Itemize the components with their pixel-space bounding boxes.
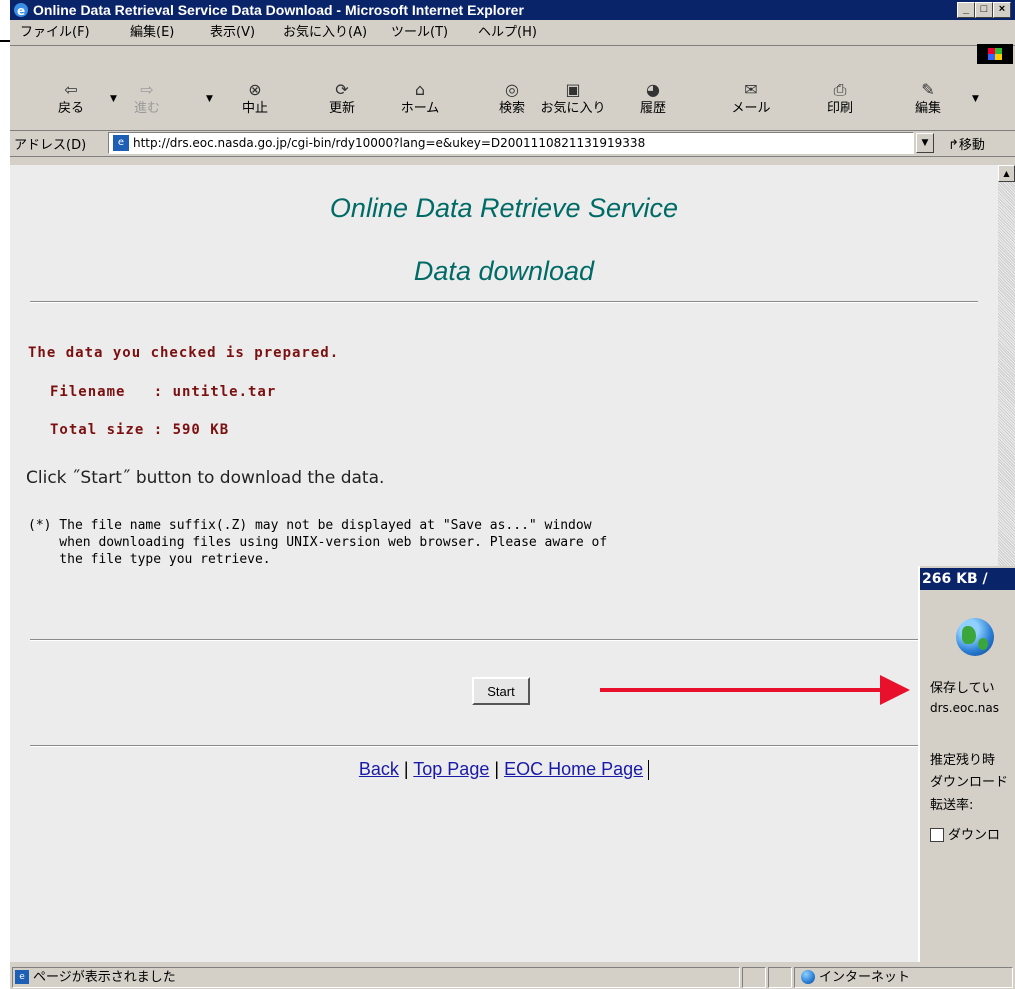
window-title: Online Data Retrieval Service Data Downl… xyxy=(33,2,524,18)
go-button[interactable]: ↱移動 xyxy=(948,134,985,153)
print-icon: ⎙ xyxy=(833,80,847,99)
page-edge-mark xyxy=(0,40,10,42)
top-page-link[interactable]: Top Page xyxy=(413,759,489,779)
back-link[interactable]: Back xyxy=(359,759,399,779)
minimize-button[interactable]: _ xyxy=(957,2,975,18)
stop-button[interactable]: ⊗ 中止 xyxy=(230,80,280,120)
page-loaded-icon: e xyxy=(15,970,29,984)
checkbox-label: ダウンロ xyxy=(948,828,1001,843)
divider-bottom xyxy=(30,745,978,747)
download-instruction: Click ˝Start˝ button to download the dat… xyxy=(26,468,385,488)
menu-file[interactable]: ファイル(F) xyxy=(20,21,90,45)
divider-middle xyxy=(30,639,978,641)
prepared-message: The data you checked is prepared. xyxy=(28,345,340,361)
status-message: ページが表示されました xyxy=(33,970,176,985)
zone-label: インターネット xyxy=(819,970,911,985)
internet-zone-icon xyxy=(801,970,815,984)
title-bar[interactable]: e Online Data Retrieval Service Data Dow… xyxy=(10,0,1015,20)
mail-button[interactable]: ✉ メール xyxy=(726,80,776,120)
close-on-complete-checkbox[interactable] xyxy=(930,828,944,842)
address-bar: アドレス(D) e http://drs.eoc.nasda.go.jp/cgi-… xyxy=(10,130,1015,157)
close-button[interactable]: × xyxy=(993,2,1011,18)
security-zone-pane: インターネット xyxy=(794,967,1013,988)
red-arrow-shaft xyxy=(600,688,882,692)
back-button[interactable]: ⇦ 戻る xyxy=(46,80,96,120)
edit-button[interactable]: ✎ 編集 xyxy=(903,80,953,120)
address-input[interactable]: e http://drs.eoc.nasda.go.jp/cgi-bin/rdy1… xyxy=(108,132,914,154)
eoc-home-link[interactable]: EOC Home Page xyxy=(504,759,643,779)
estimated-time-label: 推定残り時 xyxy=(930,753,996,768)
download-progress-dialog: 266 KB / 保存してい drs.eoc.nas 推定残り時 ダウンロード … xyxy=(918,566,1015,962)
home-icon: ⌂ xyxy=(414,80,426,99)
go-arrow-icon: ↱ xyxy=(948,138,959,153)
menu-tools[interactable]: ツール(T) xyxy=(391,21,448,45)
divider-top xyxy=(30,301,978,303)
status-message-pane: e ページが表示されました xyxy=(12,967,740,988)
forward-arrow-icon: ⇨ xyxy=(140,80,154,99)
page-icon: e xyxy=(113,135,129,151)
saving-label: 保存してい xyxy=(930,681,995,696)
history-button[interactable]: ◕ 履歴 xyxy=(628,80,678,120)
svg-text:e: e xyxy=(17,4,25,18)
address-dropdown-icon[interactable]: ▼ xyxy=(916,133,934,153)
text-cursor xyxy=(648,760,650,781)
page-content: Online Data Retrieve Service Data downlo… xyxy=(10,165,998,962)
page-heading-service: Online Data Retrieve Service xyxy=(329,193,679,223)
download-source: drs.eoc.nas xyxy=(930,701,999,715)
print-button[interactable]: ⎙ 印刷 xyxy=(815,80,865,120)
filename-line: Filename : untitle.tar xyxy=(50,384,277,400)
history-icon: ◕ xyxy=(646,80,660,99)
footer-links: Back | Top Page | EOC Home Page xyxy=(10,759,998,781)
favorites-button[interactable]: ▣ お気に入り xyxy=(538,80,608,120)
download-destination-label: ダウンロード xyxy=(930,775,1009,790)
edit-icon: ✎ xyxy=(921,80,935,99)
globe-icon xyxy=(956,618,994,656)
mail-icon: ✉ xyxy=(744,80,758,99)
dialog-title[interactable]: 266 KB / xyxy=(920,568,1015,590)
scroll-up-icon[interactable]: ▲ xyxy=(998,165,1015,182)
address-url: http://drs.eoc.nasda.go.jp/cgi-bin/rdy10… xyxy=(133,136,646,150)
search-button[interactable]: ◎ 検索 xyxy=(487,80,537,120)
menu-edit[interactable]: 編集(E) xyxy=(130,21,174,45)
start-button[interactable]: Start xyxy=(472,677,530,705)
forward-button[interactable]: ⇨ 進む xyxy=(122,80,172,120)
red-arrow-head-icon xyxy=(880,675,910,705)
back-dropdown-icon[interactable]: ▼ xyxy=(110,94,117,104)
forward-dropdown-icon[interactable]: ▼ xyxy=(206,94,213,104)
link-separator: | xyxy=(403,759,409,779)
edit-dropdown-icon[interactable]: ▼ xyxy=(972,94,979,104)
status-pane-progress xyxy=(742,967,766,988)
search-icon: ◎ xyxy=(505,80,519,99)
transfer-rate-label: 転送率: xyxy=(930,798,974,813)
link-separator: | xyxy=(494,759,500,779)
status-pane-secure xyxy=(768,967,792,988)
home-button[interactable]: ⌂ ホーム xyxy=(395,80,445,120)
refresh-button[interactable]: ⟳ 更新 xyxy=(317,80,367,120)
menu-help[interactable]: ヘルプ(H) xyxy=(478,21,537,45)
total-size-line: Total size : 590 KB xyxy=(50,422,230,438)
address-label: アドレス(D) xyxy=(14,138,87,153)
refresh-icon: ⟳ xyxy=(335,80,349,99)
menu-favorites[interactable]: お気に入り(A) xyxy=(283,21,367,45)
filename-suffix-note: (*) The file name suffix(.Z) may not be … xyxy=(28,518,608,567)
browser-window: e Online Data Retrieval Service Data Dow… xyxy=(10,0,1015,989)
back-arrow-icon: ⇦ xyxy=(64,80,78,99)
ie-icon: e xyxy=(13,2,29,18)
maximize-button[interactable]: □ xyxy=(975,2,993,18)
stop-icon: ⊗ xyxy=(248,80,262,99)
menu-bar: ファイル(F) 編集(E) 表示(V) お気に入り(A) ツール(T) ヘルプ(… xyxy=(10,21,1015,64)
standard-toolbar: ⇦ 戻る ▼ ⇨ 進む ▼ ⊗ 中止 ⟳ 更新 ⌂ ホーム ◎ 検索 ▣ お気に… xyxy=(10,46,1015,131)
menu-view[interactable]: 表示(V) xyxy=(210,21,255,45)
page-heading-download: Data download xyxy=(413,256,595,286)
favorites-icon: ▣ xyxy=(565,80,581,99)
status-bar: e ページが表示されました インターネット xyxy=(10,964,1015,989)
